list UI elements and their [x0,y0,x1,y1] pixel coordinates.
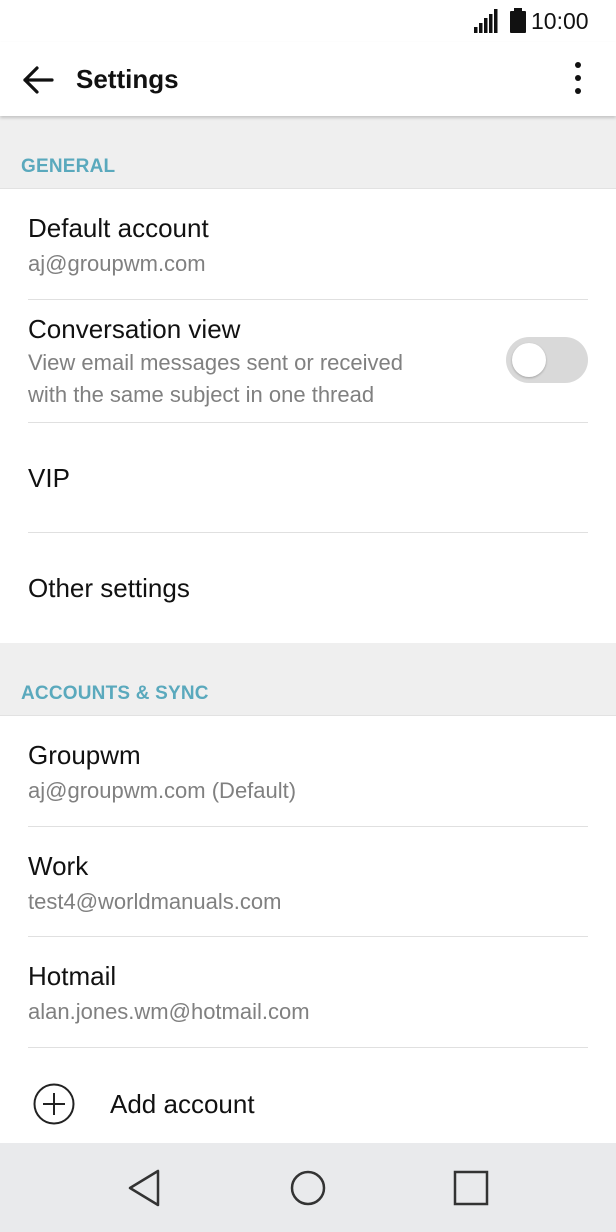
conversation-view-toggle[interactable] [506,337,588,383]
overflow-menu-icon [575,62,581,94]
back-button[interactable] [12,54,64,106]
section-header-accounts-sync: ACCOUNTS & SYNC [0,643,616,716]
section-header-general: GENERAL [0,116,616,189]
add-circle-icon [33,1083,75,1125]
toggle-thumb [512,343,546,377]
item-subtitle: aj@groupwm.com [28,251,206,276]
account-name: Hotmail [28,961,117,991]
back-arrow-icon [23,66,54,94]
signal-icon [474,9,498,33]
recents-square-icon[interactable] [448,1165,494,1211]
status-bar: 10:00 [0,0,616,42]
conversation-view-item[interactable]: Conversation view View email messages se… [0,300,616,422]
navigation-bar [0,1143,616,1232]
item-title: Conversation view [28,314,241,344]
other-settings-item[interactable]: Other settings [0,533,616,643]
account-name: Work [28,851,89,881]
app-bar: Settings [0,42,616,116]
status-time: 10:00 [531,8,589,34]
settings-list: GENERAL Default account aj@groupwm.com C… [0,116,616,1143]
page-title: Settings [76,64,179,94]
item-title: VIP [28,463,70,493]
item-subtitle-line-1: View email messages sent or received [28,350,403,375]
account-name: Groupwm [28,740,141,770]
account-email: test4@worldmanuals.com [28,889,282,914]
section-label: GENERAL [21,156,116,177]
section-label: ACCOUNTS & SYNC [21,683,209,704]
vip-item[interactable]: VIP [0,423,616,532]
add-account-item[interactable]: Add account [0,1048,616,1143]
item-title: Default account [28,213,209,243]
battery-icon [510,8,526,33]
account-item-groupwm[interactable]: Groupwm aj@groupwm.com (Default) [0,716,616,826]
default-account-item[interactable]: Default account aj@groupwm.com [0,189,616,299]
account-email: aj@groupwm.com (Default) [28,778,297,803]
home-circle-icon[interactable] [285,1165,331,1211]
add-account-label: Add account [110,1089,255,1119]
account-item-work[interactable]: Work test4@worldmanuals.com [0,827,616,936]
account-item-hotmail[interactable]: Hotmail alan.jones.wm@hotmail.com [0,937,616,1047]
item-subtitle-line-2: with the same subject in one thread [28,382,375,407]
item-title: Other settings [28,573,190,603]
account-email: alan.jones.wm@hotmail.com [28,999,310,1024]
back-triangle-icon[interactable] [122,1165,168,1211]
overflow-menu-button[interactable] [556,54,600,106]
screen: 10:00 Settings GENERAL Default account a… [0,0,616,1232]
